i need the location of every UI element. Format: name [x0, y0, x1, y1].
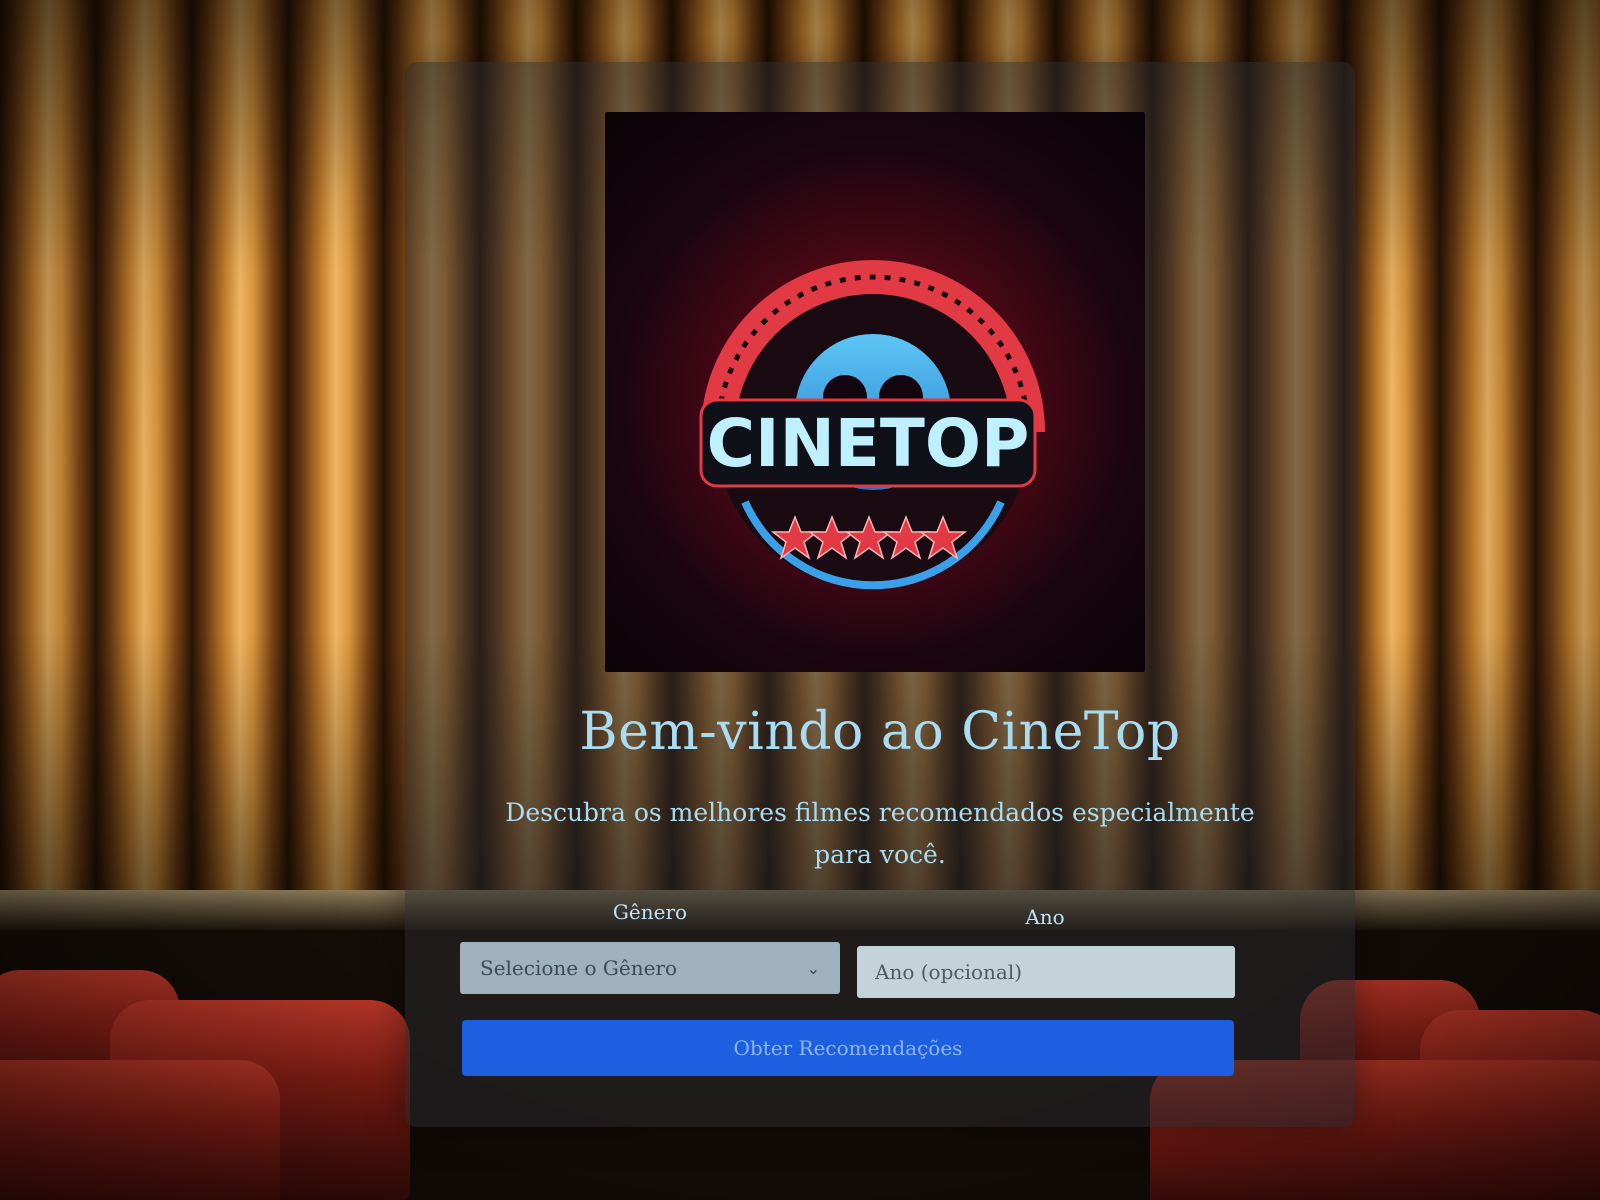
cinetop-logo: CINETOP: [605, 112, 1145, 672]
logo-text: CINETOP: [707, 405, 1030, 482]
genre-select[interactable]: Selecione o Gênero ⌄: [460, 942, 840, 994]
year-label: Ano: [1025, 905, 1065, 929]
page-background: CINETOP Bem-vindo ao CineTop Descubra os…: [0, 0, 1600, 1200]
chevron-down-icon: ⌄: [806, 958, 820, 978]
seat: [0, 1060, 280, 1200]
logo-graphic: CINETOP: [699, 260, 1045, 590]
genre-label: Gênero: [612, 900, 688, 924]
page-title: Bem-vindo ao CineTop: [579, 702, 1181, 762]
welcome-card: CINETOP Bem-vindo ao CineTop Descubra os…: [405, 62, 1355, 1127]
get-recommendations-button[interactable]: Obter Recomendações: [462, 1020, 1234, 1076]
genre-select-value: Selecione o Gênero: [480, 956, 678, 980]
page-subtitle: Descubra os melhores filmes recomendados…: [505, 798, 1255, 869]
year-input[interactable]: [857, 946, 1235, 998]
